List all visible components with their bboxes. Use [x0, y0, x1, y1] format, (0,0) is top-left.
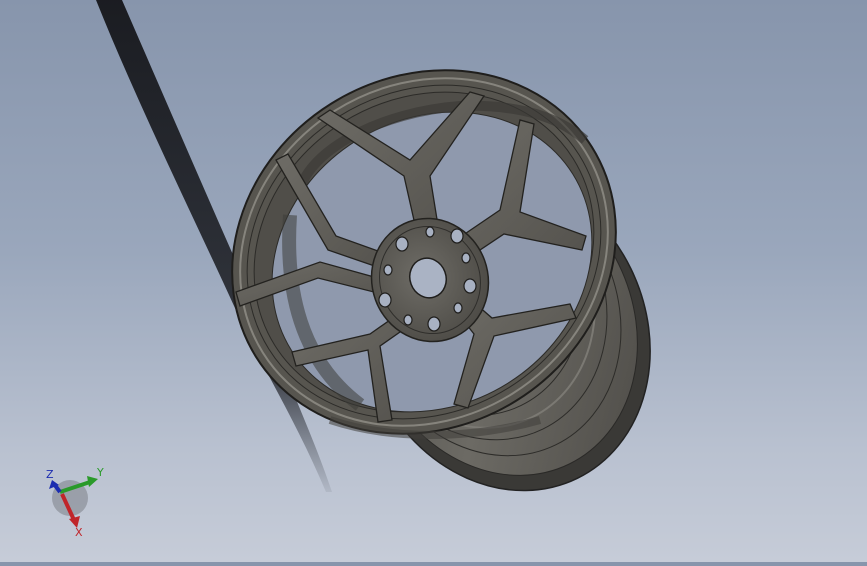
y-axis-label: Y [96, 466, 104, 479]
graphics-viewport[interactable] [0, 0, 867, 562]
model-view [96, 0, 651, 492]
z-axis-label: Z [46, 468, 54, 481]
x-axis-label: X [75, 526, 83, 539]
orientation-triad[interactable]: Z Y X [40, 462, 112, 542]
